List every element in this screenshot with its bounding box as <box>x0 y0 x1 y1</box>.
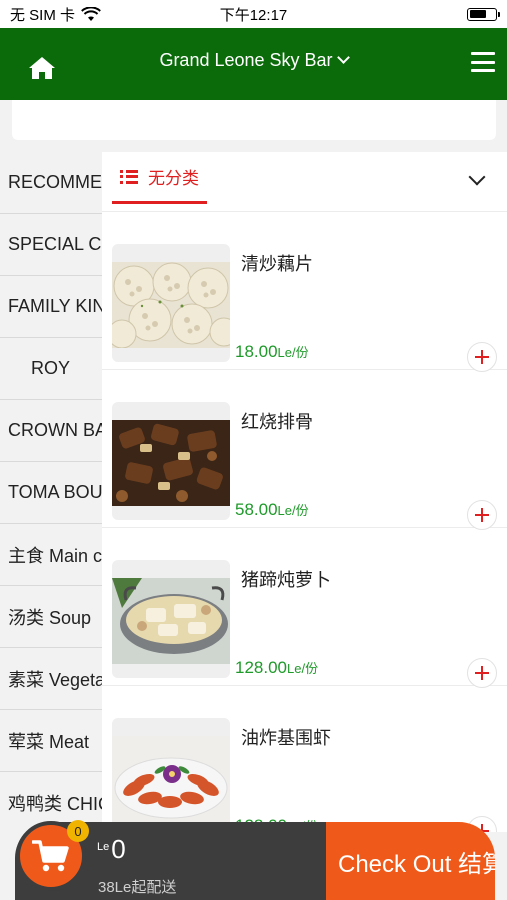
add-to-cart-button[interactable] <box>467 342 497 372</box>
category-item[interactable]: ROY <box>0 338 102 400</box>
add-to-cart-button[interactable] <box>467 658 497 688</box>
dish-name: 油炸基围虾 <box>241 728 331 748</box>
dish-name: 红烧排骨 <box>241 412 313 432</box>
dish-item[interactable]: 红烧排骨 58.00Le/份 <box>102 370 507 530</box>
dish-item[interactable]: 猪蹄炖萝卜 128.00Le/份 <box>102 528 507 688</box>
dish-price: 128.00Le/份 <box>235 658 319 677</box>
wifi-icon <box>81 6 101 21</box>
category-item[interactable]: FAMILY KING <box>0 276 102 338</box>
cart-count-badge: 0 <box>67 820 89 842</box>
dish-photo <box>112 560 230 678</box>
subcategory-tab-bar: 无分类 <box>102 152 507 212</box>
store-name: Grand Leone Sky Bar <box>159 49 333 70</box>
dish-name: 猪蹄炖萝卜 <box>241 570 331 590</box>
cart-icon <box>32 840 69 872</box>
list-icon <box>120 169 138 184</box>
home-icon[interactable] <box>28 56 56 80</box>
dish-list-panel: 无分类 清炒藕片 18.00Le/份 红烧排骨 58.00Le/份 猪蹄炖萝卜 … <box>102 152 507 832</box>
dish-photo <box>112 718 230 832</box>
dish-photo <box>112 402 230 520</box>
category-item[interactable]: SPECIAL CHEF <box>0 214 102 276</box>
chevron-down-icon[interactable] <box>468 168 486 186</box>
chevron-down-icon <box>336 51 350 64</box>
category-sidebar: RECOMMENDED SPECIAL CHEF FAMILY KING ROY… <box>0 152 102 832</box>
category-item[interactable]: CROWN BAR <box>0 400 102 462</box>
category-item[interactable]: RECOMMENDED <box>0 152 102 214</box>
tab-label: 无分类 <box>148 169 199 188</box>
currency-label: Le <box>97 841 110 853</box>
status-bar: 无 SIM 卡 下午12:17 <box>0 0 507 28</box>
carrier-label: 无 SIM 卡 <box>10 6 76 24</box>
cart-total: Le 0 <box>97 834 126 865</box>
dish-item[interactable]: 油炸基围虾 128.00Le/份 <box>102 686 507 832</box>
dish-price: 58.00Le/份 <box>235 500 309 519</box>
tab-uncategorized[interactable]: 无分类 <box>112 152 207 204</box>
add-to-cart-button[interactable] <box>467 500 497 530</box>
category-item[interactable]: 荤菜 Meat <box>0 710 102 772</box>
category-item[interactable]: 汤类 Soup <box>0 586 102 648</box>
cart-amount: 0 <box>111 834 126 864</box>
dish-photo <box>112 244 230 362</box>
app-header: Grand Leone Sky Bar <box>0 28 507 100</box>
minimum-order-note: 38Le起配送 <box>98 879 177 896</box>
store-selector[interactable]: Grand Leone Sky Bar <box>159 49 350 71</box>
dish-price: 18.00Le/份 <box>235 342 309 361</box>
dish-item[interactable]: 清炒藕片 18.00Le/份 <box>102 212 507 372</box>
category-item[interactable]: 主食 Main course <box>0 524 102 586</box>
checkout-button[interactable]: Check Out 结算 <box>326 822 495 900</box>
category-item[interactable]: 素菜 Vegetables <box>0 648 102 710</box>
battery-icon <box>467 7 500 21</box>
dish-name: 清炒藕片 <box>241 254 313 274</box>
hamburger-menu-icon[interactable] <box>471 50 495 74</box>
category-item[interactable]: TOMA BOUTIQUE <box>0 462 102 524</box>
notice-card <box>12 100 496 140</box>
